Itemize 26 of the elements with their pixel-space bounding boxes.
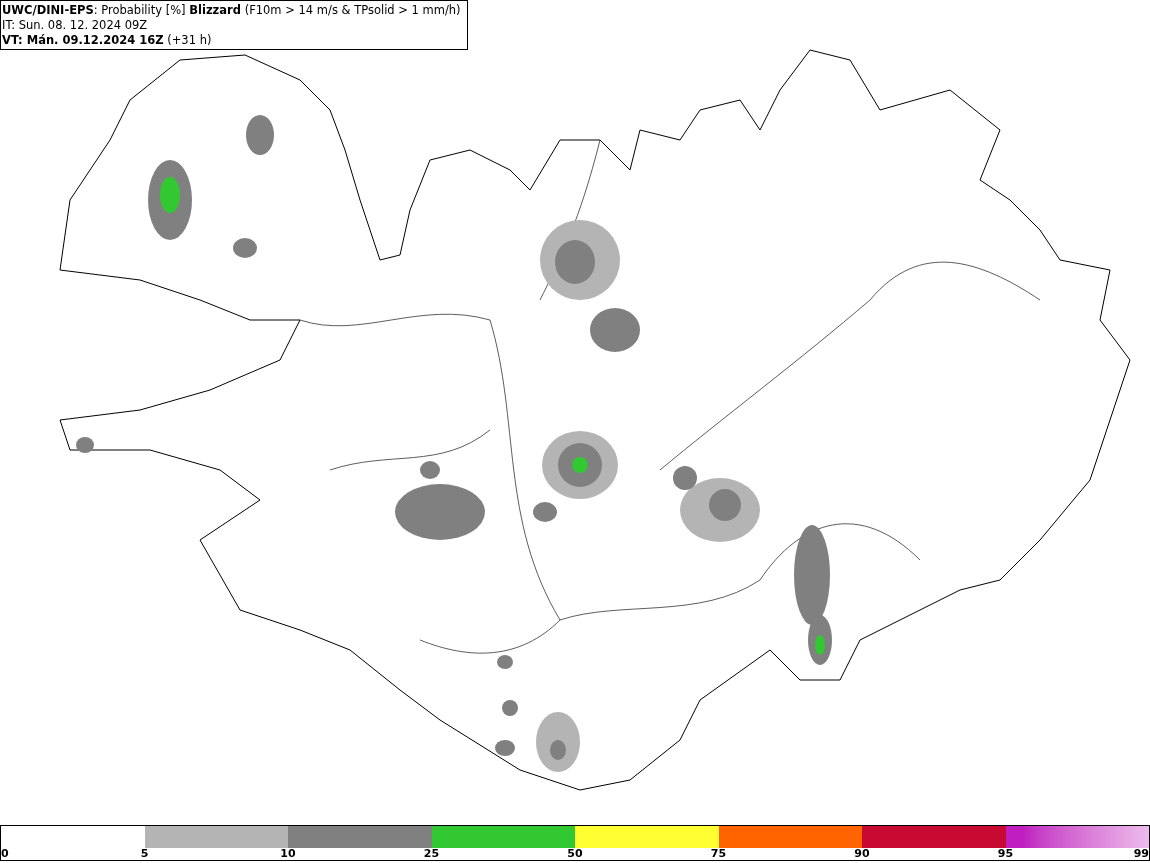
legend-tick-label: 25 xyxy=(423,848,440,860)
legend-tick-label: 10 xyxy=(280,848,296,860)
probability-area xyxy=(502,700,518,716)
legend-tick-label: 0 xyxy=(1,848,9,860)
probability-area xyxy=(160,177,180,213)
probability-area xyxy=(533,502,557,522)
probability-area xyxy=(709,489,741,521)
probability-area xyxy=(815,635,825,655)
title-line: IT: Sun. 08. 12. 2024 09Z xyxy=(2,18,149,33)
probability-area xyxy=(497,655,513,669)
title-line: VT: Mán. 09.12.2024 16Z (+31 h) xyxy=(2,33,213,48)
legend-tick-label: 50 xyxy=(567,848,583,860)
probability-area xyxy=(233,238,257,258)
title-line: UWC/DINI-EPS: Probability [%] Blizzard (F10m > 14 m/s & TPsolid > 1 mm/h) xyxy=(2,3,461,18)
probability-area xyxy=(590,308,640,352)
probability-area xyxy=(673,466,697,490)
legend-tick-label: 90 xyxy=(854,848,870,860)
probability-area xyxy=(555,240,595,284)
legend-tick-label: 95 xyxy=(997,848,1014,860)
probability-area xyxy=(246,115,274,155)
legend-tick-label: 75 xyxy=(710,848,727,860)
legend-tick-label: 5 xyxy=(140,848,149,860)
probability-area xyxy=(420,461,440,479)
probability-area xyxy=(495,740,515,756)
probability-area xyxy=(76,437,94,453)
legend-tick-label: 99 xyxy=(1133,848,1149,860)
